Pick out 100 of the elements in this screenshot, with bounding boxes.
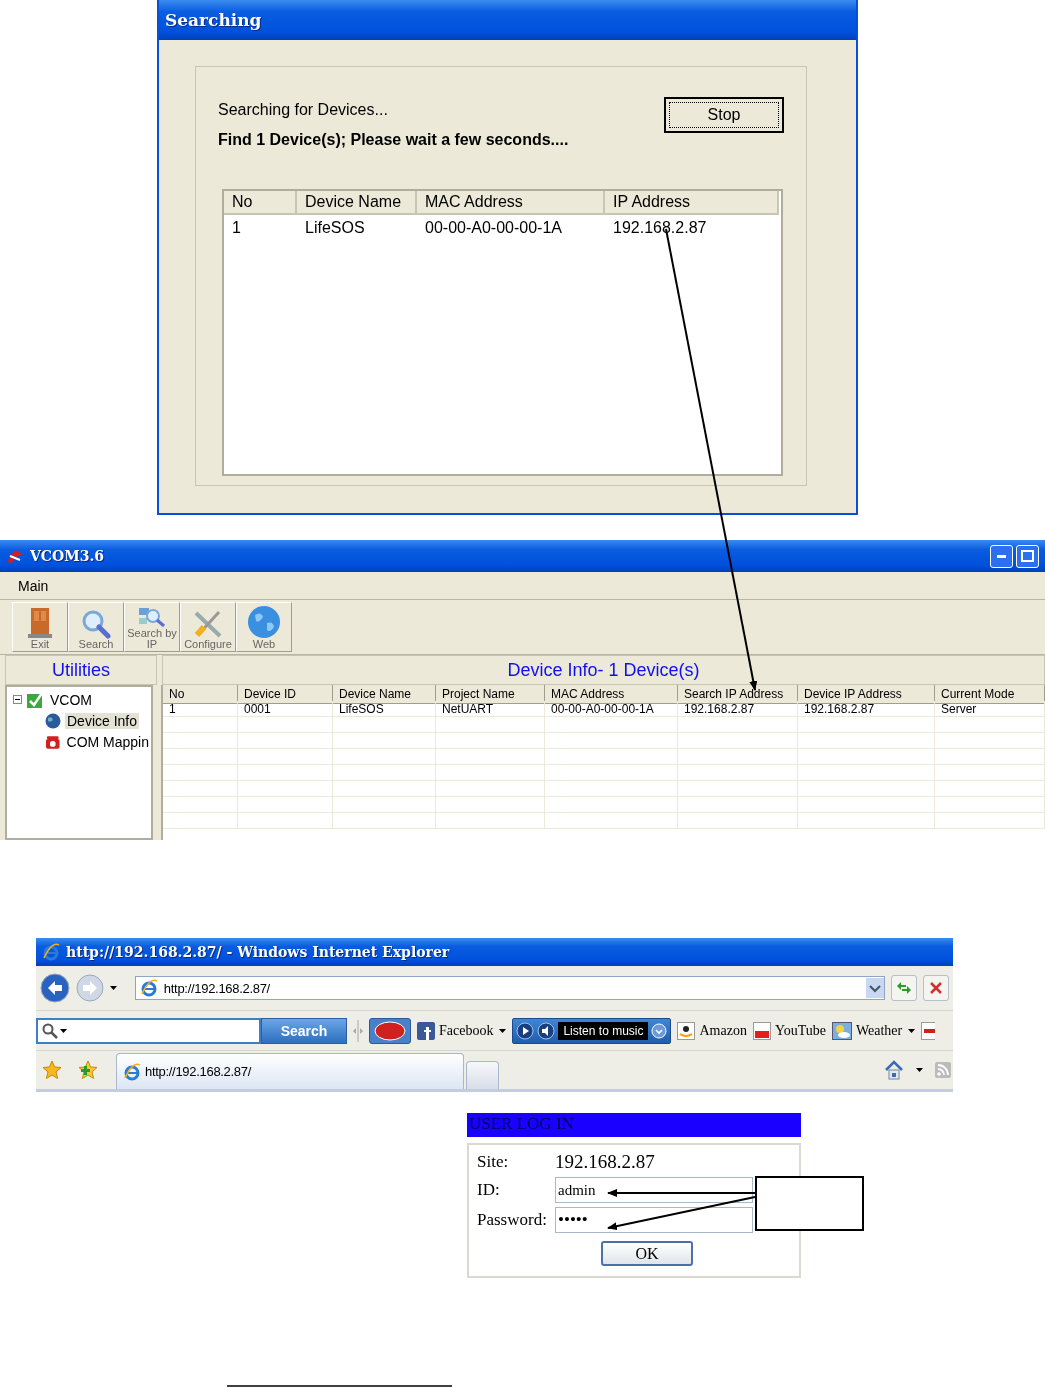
globe-icon xyxy=(45,712,61,729)
column-header[interactable]: Device ID xyxy=(238,685,333,704)
oval-logo-icon xyxy=(373,1020,407,1041)
close-icon xyxy=(929,981,944,995)
play-icon[interactable] xyxy=(516,1021,535,1040)
caret-icon xyxy=(109,986,117,990)
tree-item[interactable]: Device Info xyxy=(65,712,140,729)
column-header[interactable]: No xyxy=(163,685,238,704)
window-title: VCOM3.6 xyxy=(30,548,105,564)
pane-title: Utilities xyxy=(52,659,110,681)
minimize-icon xyxy=(997,554,1006,558)
id-field[interactable]: admin xyxy=(555,1177,753,1203)
menu-item[interactable]: Main xyxy=(18,578,49,599)
column-header[interactable]: MAC Address xyxy=(545,685,678,704)
status-text: Searching for Devices... xyxy=(218,101,389,119)
table-cell: 0001 xyxy=(238,701,333,717)
table-cell: 192.168.2.87 xyxy=(798,701,935,717)
table-cell-text: 192.168.2.87 xyxy=(612,218,708,238)
search-field[interactable] xyxy=(36,1017,261,1044)
dropdown-caret-icon[interactable] xyxy=(908,1028,916,1033)
toolbar-link[interactable]: Weather xyxy=(831,1021,903,1040)
column-header[interactable]: Project Name xyxy=(436,685,545,704)
magnifier-icon xyxy=(81,609,111,639)
table-cell: 192.168.2.87 xyxy=(678,701,798,717)
phone-icon xyxy=(45,733,61,750)
close-button[interactable] xyxy=(923,975,949,1001)
site-value: 192.168.2.87 xyxy=(555,1151,656,1173)
logo-button[interactable] xyxy=(369,1017,411,1044)
table-cell-text: 1 xyxy=(231,218,242,238)
music-player[interactable]: Listen to music xyxy=(512,1017,672,1044)
browser-logo-icon xyxy=(123,1062,141,1081)
window-title: Searching xyxy=(165,10,262,30)
app-logo-icon xyxy=(6,548,24,564)
window-title: http://192.168.2.87/ - Windows Internet Explorer xyxy=(66,944,450,960)
column-header[interactable]: MAC Address xyxy=(417,191,605,215)
table-cell: 00-00-A0-00-00-1A xyxy=(545,701,678,717)
maximize-button[interactable] xyxy=(1016,544,1039,568)
table-cell-text: LifeSOS xyxy=(304,218,366,238)
toolbar-link[interactable]: Amazon xyxy=(677,1021,747,1040)
tree-item[interactable]: VCOM xyxy=(48,691,94,708)
collapse-icon[interactable] xyxy=(13,695,22,704)
browser-logo-icon xyxy=(42,943,60,961)
clipped-icon[interactable] xyxy=(921,1021,936,1040)
refresh-button[interactable] xyxy=(891,975,918,1001)
password-field[interactable]: ••••• xyxy=(555,1207,753,1233)
column-header[interactable]: Current Mode xyxy=(935,685,1045,704)
star-icon[interactable] xyxy=(42,1060,62,1080)
table-cell: 1 xyxy=(163,701,238,717)
browser-logo-icon xyxy=(139,979,158,997)
door-icon xyxy=(27,607,53,639)
social-square-icon xyxy=(417,1021,435,1040)
site-label: Site: xyxy=(477,1152,510,1172)
toolbar-button[interactable]: Search by IP xyxy=(124,602,180,652)
login-title: USER LOG IN xyxy=(467,1113,801,1137)
browser-tab[interactable]: http://192.168.2.87/ xyxy=(116,1053,464,1089)
music-label: Listen to music xyxy=(558,1021,649,1040)
home-icon[interactable] xyxy=(884,1060,904,1080)
table-cell: NetUART xyxy=(436,701,545,717)
address-field[interactable]: http://192.168.2.87/ xyxy=(134,976,886,1000)
dropdown-icon[interactable] xyxy=(651,1022,668,1039)
pane-title: Device Info- 1 Device(s) xyxy=(507,659,700,681)
maximize-icon xyxy=(1021,550,1034,562)
refresh-icon xyxy=(896,981,913,995)
weather-icon xyxy=(831,1021,852,1040)
caret-icon xyxy=(60,1028,67,1033)
video-icon xyxy=(752,1021,771,1040)
table-cell: Server xyxy=(935,701,1045,717)
ok-button[interactable]: OK xyxy=(601,1241,693,1266)
column-header[interactable]: Device Name xyxy=(297,191,417,215)
stop-button[interactable]: Stop xyxy=(664,97,784,133)
toolbar-link[interactable]: Facebook xyxy=(417,1021,494,1040)
table-cell: LifeSOS xyxy=(333,701,436,717)
column-header[interactable]: IP Address xyxy=(605,191,779,215)
network-search-icon xyxy=(137,606,167,628)
search-button[interactable]: Search xyxy=(261,1017,347,1044)
caret-icon xyxy=(916,1068,923,1072)
toolbar-button[interactable]: Exit xyxy=(12,602,68,652)
tree-item[interactable]: COM Mappin xyxy=(64,733,151,750)
column-header[interactable]: Device IP Address xyxy=(798,685,935,704)
search-icon xyxy=(42,1022,58,1039)
back-icon[interactable] xyxy=(40,973,70,1003)
found-message: Find 1 Device(s); Please wait a few seconds.... xyxy=(218,131,569,149)
toolbar-button[interactable]: Configure xyxy=(180,602,236,652)
globe-icon xyxy=(247,605,281,639)
toolbar-button[interactable]: Search xyxy=(68,602,124,652)
minimize-button[interactable] xyxy=(990,544,1013,568)
tools-icon xyxy=(192,609,224,639)
dropdown-caret-icon[interactable] xyxy=(499,1028,507,1033)
column-header[interactable]: No xyxy=(224,191,297,215)
column-header[interactable]: Search IP Address xyxy=(678,685,798,704)
toolbar-button[interactable]: Web xyxy=(236,602,292,652)
add-favorite-icon[interactable] xyxy=(78,1060,98,1080)
dropdown-icon[interactable] xyxy=(866,978,885,998)
shop-icon xyxy=(677,1021,696,1040)
volume-icon[interactable] xyxy=(537,1021,556,1040)
address-text: http://192.168.2.87/ xyxy=(163,980,270,996)
grip-icon[interactable] xyxy=(353,1019,363,1042)
column-header[interactable]: Device Name xyxy=(333,685,436,704)
table-cell-text: 00-00-A0-00-00-1A xyxy=(424,218,563,238)
toolbar-link[interactable]: YouTube xyxy=(752,1021,826,1040)
